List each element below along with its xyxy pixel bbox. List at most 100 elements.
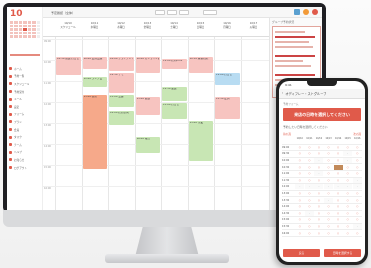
prev-button[interactable] [155, 10, 165, 15]
time-slot[interactable]: ○ [304, 217, 314, 223]
avatar[interactable] [312, 9, 318, 15]
mini-calendar-day[interactable] [36, 24, 40, 28]
mini-calendar[interactable] [10, 21, 40, 38]
time-slot[interactable]: ○ [304, 177, 314, 183]
sidebar-item[interactable]: 会員 [9, 126, 42, 134]
mini-calendar-day[interactable] [10, 21, 14, 24]
sidebar-item[interactable]: 予約一覧 [9, 73, 42, 81]
mini-calendar-day[interactable] [32, 31, 36, 35]
mini-calendar-day[interactable] [36, 28, 40, 31]
mini-calendar-day[interactable] [18, 28, 23, 31]
day-header[interactable]: 10/15 日曜日 [188, 22, 214, 30]
mini-calendar-day[interactable] [36, 21, 40, 24]
time-slot[interactable]: ○ [324, 144, 334, 150]
mini-calendar-day[interactable] [18, 21, 23, 24]
time-slot[interactable]: ○ [343, 171, 353, 177]
time-slot[interactable]: ○ [295, 164, 305, 170]
time-slot[interactable]: ○ [295, 177, 305, 183]
calendar-event[interactable]: 13:00 会議 [109, 95, 134, 107]
mini-calendar-day[interactable] [10, 28, 14, 31]
time-slot[interactable]: ○ [304, 204, 314, 210]
time-slot[interactable]: ○ [295, 197, 305, 203]
time-slot[interactable]: ○ [324, 158, 334, 164]
mini-calendar-day[interactable] [14, 35, 18, 38]
day-header[interactable]: 10/14 土曜日 [161, 22, 187, 30]
time-slot[interactable]: ○ [295, 191, 305, 197]
time-slot[interactable]: ○ [324, 191, 334, 197]
time-slot[interactable]: ○ [343, 177, 353, 183]
time-slot[interactable]: ○ [304, 144, 314, 150]
time-slot[interactable]: ○ [333, 177, 343, 183]
mini-calendar-day[interactable] [23, 31, 27, 35]
time-slot[interactable]: ○ [295, 210, 305, 216]
time-slot[interactable]: ○ [324, 151, 334, 157]
sidebar-item[interactable]: ホーム [9, 65, 42, 73]
day-header[interactable]: 10/16 月曜日 [214, 22, 240, 30]
time-slot[interactable]: ○ [352, 158, 362, 164]
day-header[interactable]: 10/17 火曜日 [241, 22, 267, 30]
mini-calendar-day[interactable] [27, 24, 32, 28]
mini-calendar-day[interactable] [10, 24, 14, 28]
time-slot[interactable]: ○ [304, 191, 314, 197]
time-slot[interactable]: ○ [352, 164, 362, 170]
time-slot[interactable]: ○ [352, 197, 362, 203]
mini-calendar-day[interactable] [36, 35, 40, 38]
calendar-event[interactable]: 11:00 ランチ会 [82, 77, 107, 87]
time-slot[interactable]: ○ [314, 144, 324, 150]
time-slot[interactable]: ○ [352, 210, 362, 216]
calendar-event[interactable]: 11:00 打合せ [215, 73, 240, 85]
time-slot[interactable]: ○ [343, 210, 353, 216]
day-header[interactable]: 10/11 水曜日 [82, 22, 108, 30]
calendar-event[interactable]: 13:00 商談 [135, 97, 160, 115]
time-slot[interactable]: ○ [314, 151, 324, 157]
time-slot[interactable]: ○ [352, 204, 362, 210]
time-slot[interactable]: ○ [295, 224, 305, 230]
calendar-event[interactable]: 11:00 社内MTG [162, 59, 187, 69]
time-slot[interactable]: ○ [333, 158, 343, 164]
mini-calendar-day[interactable] [32, 21, 36, 24]
message-icon[interactable] [294, 9, 300, 15]
prev-week-link[interactable]: 前の週 [283, 132, 291, 136]
time-slot[interactable]: ○ [324, 204, 334, 210]
time-slot[interactable]: ○ [333, 230, 343, 236]
time-slot[interactable]: ○ [295, 151, 305, 157]
time-slot[interactable]: ○ [343, 230, 353, 236]
mini-calendar-day[interactable] [18, 31, 23, 35]
sidebar-item[interactable]: プラン [9, 118, 42, 126]
time-slot[interactable]: ○ [352, 230, 362, 236]
time-slot[interactable]: ○ [304, 197, 314, 203]
time-slot[interactable]: ○ [324, 224, 334, 230]
time-slot[interactable] [333, 164, 343, 170]
mini-calendar-day[interactable] [14, 28, 18, 31]
day-header[interactable]: 10/10 スケジュール [55, 22, 81, 30]
mini-calendar-day[interactable] [23, 21, 27, 24]
time-slot[interactable]: ○ [304, 224, 314, 230]
calendar-event[interactable]: 16:00 報告 [135, 137, 160, 153]
mini-calendar-day[interactable] [27, 35, 32, 38]
bell-icon[interactable] [303, 9, 309, 15]
time-slot[interactable]: ○ [343, 191, 353, 197]
mini-calendar-day[interactable] [32, 24, 36, 28]
back-button[interactable]: 戻る [283, 249, 320, 257]
time-slot[interactable]: ○ [314, 197, 324, 203]
mini-calendar-day[interactable] [18, 35, 23, 38]
time-slot[interactable]: ○ [343, 197, 353, 203]
time-slot[interactable]: ○ [333, 204, 343, 210]
time-slot[interactable]: ○ [324, 210, 334, 216]
time-slot[interactable]: ○ [295, 204, 305, 210]
calendar-event[interactable]: 10:00 オンライン商談 [135, 57, 160, 73]
calendar-event[interactable]: 12:30 デモ [109, 73, 134, 93]
calendar-event[interactable]: 10:00 クライアント面談 [109, 57, 134, 71]
calendar-event[interactable]: 13:00 研修 [82, 95, 107, 169]
time-slot[interactable]: ○ [295, 230, 305, 236]
mini-calendar-day[interactable] [14, 31, 18, 35]
view-toggle[interactable] [203, 10, 217, 15]
time-slot[interactable]: ○ [333, 191, 343, 197]
time-slot[interactable]: ○ [324, 217, 334, 223]
calendar-event[interactable]: 10:00 定例会議 [82, 57, 107, 69]
time-slot[interactable]: ○ [324, 164, 334, 170]
time-slot[interactable]: ○ [295, 144, 305, 150]
time-slot[interactable]: ○ [314, 177, 324, 183]
time-slot[interactable]: ○ [343, 217, 353, 223]
time-slot[interactable]: ○ [314, 230, 324, 236]
